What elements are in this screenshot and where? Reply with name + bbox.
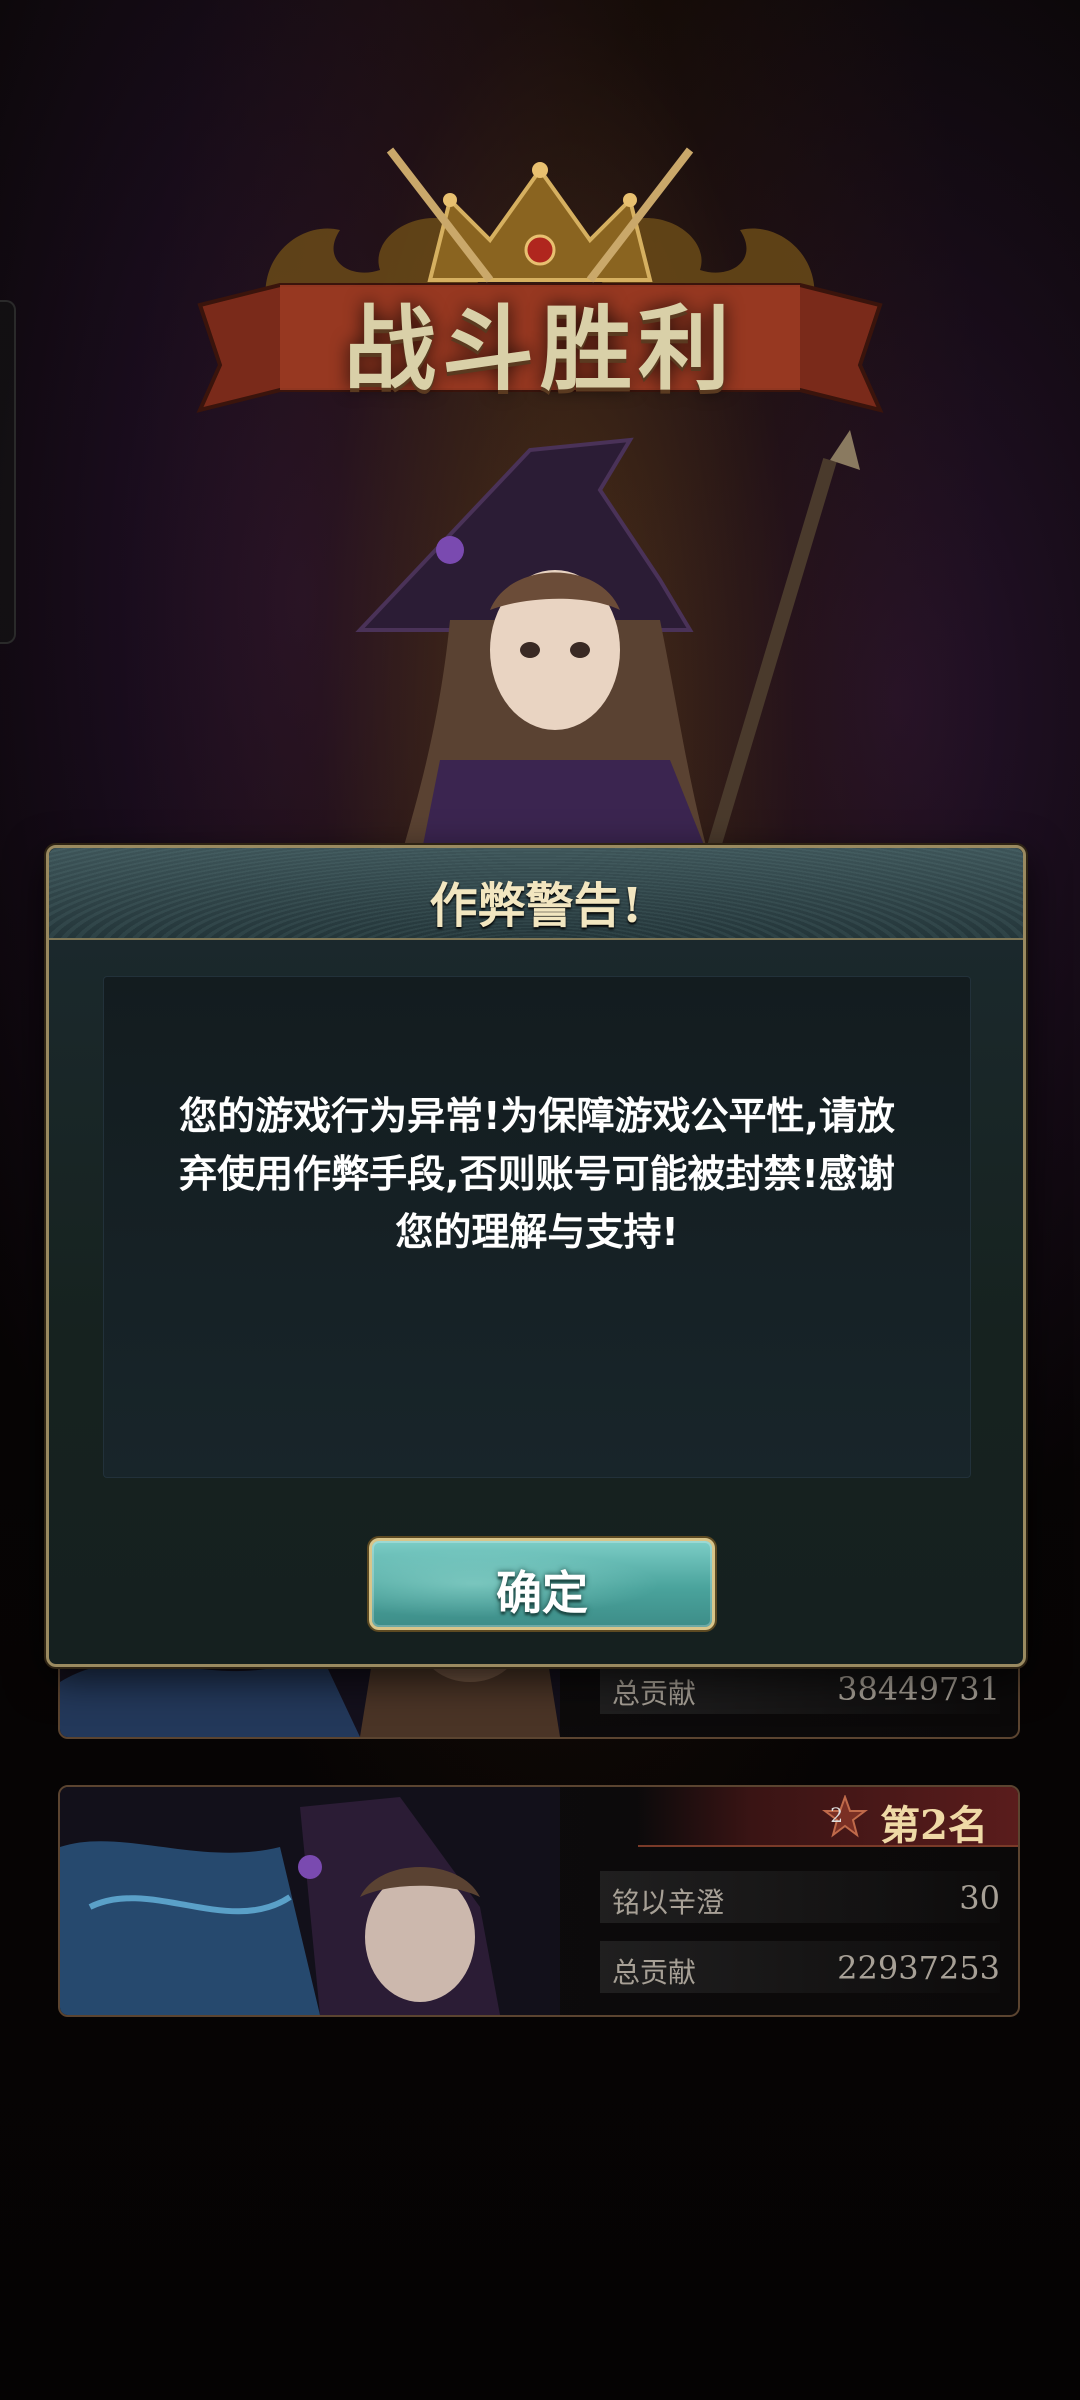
stat-value: 38449731 xyxy=(837,1670,1000,1708)
game-screen: 战斗胜利 总贡献 38449731 2 第2名 铭以辛澄 30 总贡献 2293… xyxy=(0,0,1080,2400)
stat-row-total: 总贡献 22937253 xyxy=(600,1941,1000,1993)
cheat-warning-dialog: 作弊警告! 您的游戏行为异常!为保障游戏公平性,请放 弃使用作弊手段,否则账号可… xyxy=(46,845,1026,1667)
stat-label: 总贡献 xyxy=(612,1956,697,1989)
stat-row-name: 铭以辛澄 30 xyxy=(600,1871,1000,1923)
stat-label: 总贡献 xyxy=(612,1677,697,1710)
stat-value: 22937253 xyxy=(837,1949,1000,1987)
rank-medal-icon xyxy=(822,1795,868,1838)
stat-value: 30 xyxy=(959,1879,1000,1917)
edge-handle xyxy=(0,300,16,644)
rank-card-2[interactable]: 2 第2名 铭以辛澄 30 总贡献 22937253 xyxy=(58,1785,1020,2017)
victory-title: 战斗胜利 xyxy=(343,295,736,403)
message-line: 您的游戏行为异常!为保障游戏公平性,请放 xyxy=(179,1094,895,1138)
rank-tag: 2 第2名 xyxy=(638,1787,1018,1849)
dialog-message: 您的游戏行为异常!为保障游戏公平性,请放 弃使用作弊手段,否则账号可能被封禁!感… xyxy=(114,1087,960,1261)
rank-label: 第2名 xyxy=(880,1802,988,1849)
message-line: 您的理解与支持! xyxy=(395,1210,679,1254)
stat-row-total: 总贡献 38449731 xyxy=(600,1662,1000,1714)
dialog-body: 您的游戏行为异常!为保障游戏公平性,请放 弃使用作弊手段,否则账号可能被封禁!感… xyxy=(103,976,971,1478)
card-art xyxy=(60,1787,560,2015)
dialog-title: 作弊警告! xyxy=(429,878,643,934)
stat-label: 铭以辛澄 xyxy=(612,1886,725,1919)
confirm-label: 确定 xyxy=(496,1566,588,1620)
dialog-header: 作弊警告! xyxy=(49,848,1023,940)
victory-banner: 战斗胜利 xyxy=(190,110,890,440)
confirm-button[interactable]: 确定 xyxy=(369,1538,715,1630)
hero-illustration xyxy=(330,430,910,863)
rank-number: 2 xyxy=(830,1803,843,1827)
message-line: 弃使用作弊手段,否则账号可能被封禁!感谢 xyxy=(179,1152,895,1196)
